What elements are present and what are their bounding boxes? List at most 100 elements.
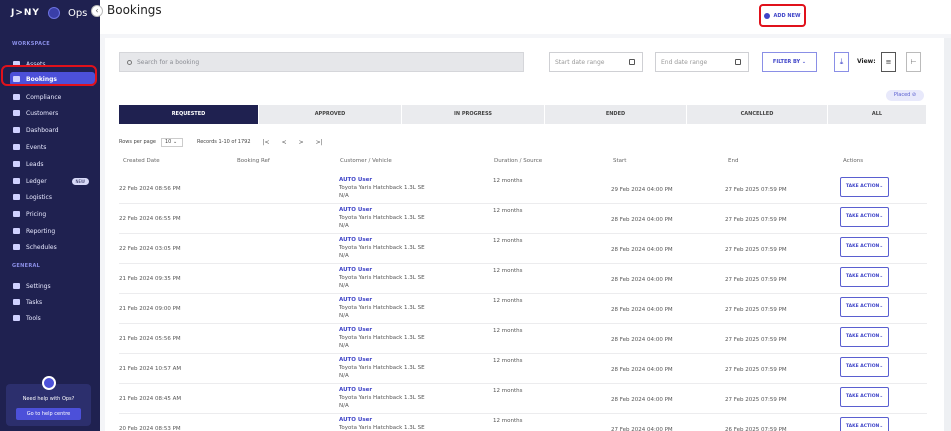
customer-vehicle: AUTO UserToyota Yaris Hatchback 1.3L SE N… (339, 296, 425, 320)
search-icon (127, 59, 132, 65)
created-date: 21 Feb 2024 09:35 PM (119, 276, 181, 282)
sidebar-item-label: Leads (26, 160, 44, 168)
sidebar-item-settings[interactable]: Settings (10, 279, 95, 293)
customer-link[interactable]: AUTO User (339, 326, 425, 334)
sidebar-item-tasks[interactable]: Tasks (10, 295, 95, 309)
customer-link[interactable]: AUTO User (339, 266, 425, 274)
tab-in-progress[interactable]: IN PROGRESS (402, 105, 545, 124)
end-date: 27 Feb 2025 07:59 PM (725, 277, 787, 283)
take-action-label: TAKE ACTION (845, 394, 880, 399)
duration: 12 months (493, 328, 523, 334)
start-date: 28 Feb 2024 04:00 PM (611, 397, 673, 403)
next-page-icon[interactable]: > (299, 139, 304, 146)
download-button[interactable]: ⤓ (834, 52, 849, 72)
customer-link[interactable]: AUTO User (339, 296, 425, 304)
column-header: Created Date (123, 158, 160, 164)
tab-cancelled[interactable]: CANCELLED (687, 105, 828, 124)
sidebar-item-customers[interactable]: Customers (10, 106, 95, 120)
sidebar-item-label: Dashboard (26, 126, 59, 134)
sidebar-item-tools[interactable]: Tools (10, 311, 95, 325)
tab-requested[interactable]: REQUESTED (119, 105, 259, 124)
sidebar-item-reporting[interactable]: Reporting (10, 224, 95, 238)
take-action-button[interactable]: TAKE ACTION⌄ (840, 417, 889, 431)
tasks-icon (13, 299, 20, 305)
created-date: 21 Feb 2024 09:00 PM (119, 306, 181, 312)
table-row[interactable]: 21 Feb 2024 08:45 AM AUTO User Toyota Yari… (119, 384, 927, 414)
scrollbar[interactable] (944, 38, 951, 431)
chevron-down-icon: ⌄ (879, 394, 884, 399)
sidebar-item-events[interactable]: Events (10, 140, 95, 154)
table-row[interactable]: 22 Feb 2024 06:55 PM AUTO User Toyota Yari… (119, 204, 927, 234)
sidebar-item-compliance[interactable]: Compliance (10, 90, 95, 104)
end-date-field[interactable]: End date range (655, 52, 749, 72)
take-action-button[interactable]: TAKE ACTION⌄ (840, 207, 889, 227)
take-action-button[interactable]: TAKE ACTION⌄ (840, 297, 889, 317)
table-row[interactable]: 20 Feb 2024 08:53 PM AUTO User Toyota Yari… (119, 414, 927, 431)
pagination: Rows per page 10 ⌄ Records 1-10 of 1792 … (119, 137, 323, 147)
vehicle-name: Toyota Yaris Hatchback 1.3L SE (339, 275, 425, 281)
duration: 12 months (493, 418, 523, 424)
end-date: 26 Feb 2025 07:59 PM (725, 427, 787, 431)
collapse-sidebar-button[interactable]: ‹ (91, 5, 103, 17)
sidebar-item-schedules[interactable]: Schedules (10, 240, 95, 254)
brand-app-name: Ops (67, 7, 88, 19)
table-row[interactable]: 21 Feb 2024 10:57 AM AUTO User Toyota Yari… (119, 354, 927, 384)
column-header: Customer / Vehicle (340, 158, 392, 164)
table-row[interactable]: 21 Feb 2024 05:56 PM AUTO User Toyota Yari… (119, 324, 927, 354)
table-row[interactable]: 22 Feb 2024 03:05 PM AUTO User Toyota Yari… (119, 234, 927, 264)
take-action-button[interactable]: TAKE ACTION⌄ (840, 327, 889, 347)
sidebar-item-label: Reporting (26, 227, 56, 235)
list-view-button[interactable]: ≡ (881, 52, 896, 72)
take-action-button[interactable]: TAKE ACTION⌄ (840, 267, 889, 287)
sidebar-item-logistics[interactable]: Logistics (10, 190, 95, 204)
timeline-view-button[interactable]: ⊢ (906, 52, 921, 72)
take-action-button[interactable]: TAKE ACTION⌄ (840, 177, 889, 197)
status-tabs: REQUESTED APPROVED IN PROGRESS ENDED CANCELL… (119, 105, 927, 124)
customer-link[interactable]: AUTO User (339, 386, 425, 394)
tab-all[interactable]: ALL (828, 105, 927, 124)
help-icon (42, 376, 56, 390)
tab-approved[interactable]: APPROVED (259, 105, 402, 124)
customer-link[interactable]: AUTO User (339, 236, 425, 244)
vehicle-name: Toyota Yaris Hatchback 1.3L SE (339, 335, 425, 341)
take-action-button[interactable]: TAKE ACTION⌄ (840, 357, 889, 377)
brand[interactable]: J>NY Ops (11, 6, 87, 20)
help-card: Need help with Ops? Go to help centre (6, 376, 91, 426)
table-row[interactable]: 22 Feb 2024 08:56 PM AUTO User Toyota Yari… (119, 174, 927, 204)
take-action-label: TAKE ACTION (845, 364, 880, 369)
take-action-button[interactable]: TAKE ACTION⌄ (840, 387, 889, 407)
sidebar-item-label: Ledger (26, 177, 47, 185)
placed-filter-chip[interactable]: Placed ⊘ (886, 90, 924, 101)
header: ‹ Bookings ADD NEW (91, 0, 951, 34)
created-date: 21 Feb 2024 10:57 AM (119, 366, 182, 372)
customer-link[interactable]: AUTO User (339, 206, 425, 214)
customer-link[interactable]: AUTO User (339, 416, 425, 424)
start-date-field[interactable]: Start date range (549, 52, 643, 72)
sidebar-item-pricing[interactable]: Pricing (10, 207, 95, 221)
vehicle-reg: N/A (339, 373, 349, 379)
sidebar-item-leads[interactable]: Leads (10, 157, 95, 171)
chevron-down-icon: ⌄ (879, 244, 884, 249)
duration: 12 months (493, 238, 523, 244)
filter-by-button[interactable]: FILTER BY ⌄ (762, 52, 817, 72)
report-icon (13, 228, 20, 234)
take-action-label: TAKE ACTION (845, 184, 880, 189)
tab-ended[interactable]: ENDED (545, 105, 687, 124)
add-new-button[interactable]: ADD NEW (759, 4, 806, 27)
sidebar-item-ledger[interactable]: Ledger NEW (10, 174, 95, 188)
sidebar-item-dashboard[interactable]: Dashboard (10, 123, 95, 137)
last-page-icon[interactable]: >| (316, 139, 323, 146)
rows-per-page-select[interactable]: 10 ⌄ (160, 137, 183, 147)
first-page-icon[interactable]: |< (263, 139, 270, 146)
table-row[interactable]: 21 Feb 2024 09:35 PM AUTO User Toyota Yari… (119, 264, 927, 294)
vehicle-reg: N/A (339, 193, 349, 199)
sidebar: J>NY Ops WORKSPACE Assets Bookings Complia… (0, 0, 100, 431)
table-row[interactable]: 21 Feb 2024 09:00 PM AUTO User Toyota Yari… (119, 294, 927, 324)
prev-page-icon[interactable]: < (282, 139, 287, 146)
search-input[interactable]: Search for a booking (119, 52, 524, 72)
help-centre-button[interactable]: Go to help centre (16, 408, 81, 420)
customer-link[interactable]: AUTO User (339, 356, 425, 364)
customer-link[interactable]: AUTO User (339, 176, 425, 184)
take-action-button[interactable]: TAKE ACTION⌄ (840, 237, 889, 257)
column-header: Duration / Source (494, 158, 543, 164)
